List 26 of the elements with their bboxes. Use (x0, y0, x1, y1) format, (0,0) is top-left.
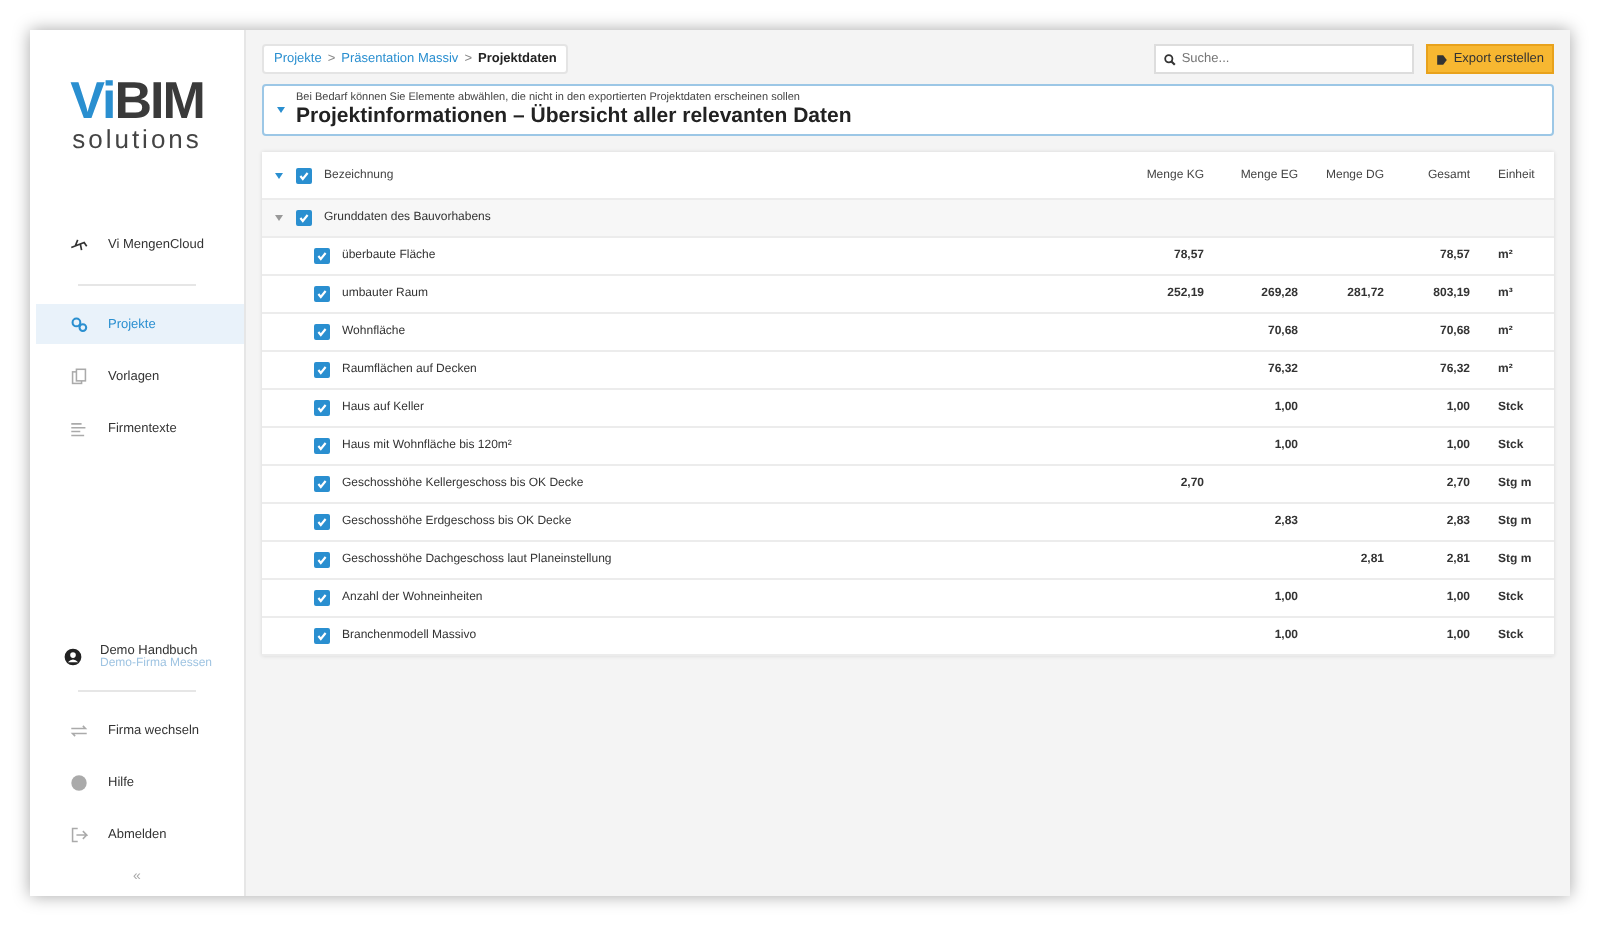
checkbox[interactable] (314, 552, 330, 568)
logout-icon (70, 825, 88, 843)
checkbox[interactable] (314, 324, 330, 340)
checkbox[interactable] (314, 628, 330, 644)
checkbox[interactable] (314, 438, 330, 454)
caret-icon[interactable] (274, 171, 284, 179)
checkbox[interactable] (314, 286, 330, 302)
search-icon (1163, 53, 1176, 65)
swap-icon (70, 721, 88, 739)
checkbox[interactable] (296, 167, 312, 183)
checkbox[interactable] (314, 476, 330, 492)
copy-icon (70, 367, 88, 385)
caret-icon[interactable] (276, 106, 286, 114)
logo: ViBIM solutions (68, 74, 206, 152)
checkbox[interactable] (314, 362, 330, 378)
section-title: Projektinformationen – Übersicht aller relevanten Daten (296, 104, 852, 128)
gears-icon (70, 315, 88, 333)
checkbox[interactable] (296, 210, 312, 226)
lines-icon (70, 419, 88, 437)
checkbox[interactable] (314, 248, 330, 264)
caret-icon[interactable] (274, 214, 284, 222)
user-icon (64, 648, 82, 666)
tag-icon (1435, 53, 1448, 65)
checkbox[interactable] (314, 400, 330, 416)
checkbox[interactable] (314, 514, 330, 530)
checkbox[interactable] (314, 590, 330, 606)
